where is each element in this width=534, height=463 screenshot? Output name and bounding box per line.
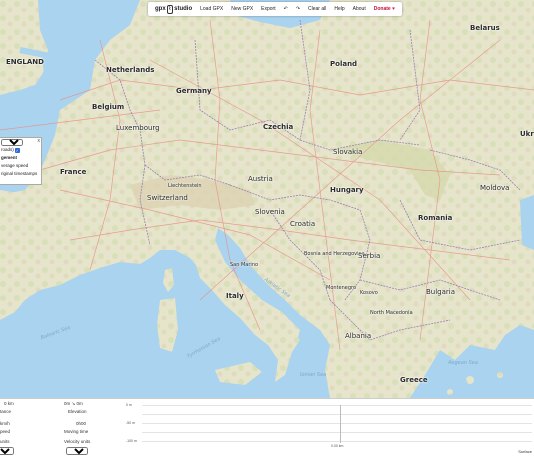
help-button[interactable]: Help xyxy=(330,2,348,16)
country-label-belgium: Belgium xyxy=(92,103,125,111)
map[interactable]: ENGLAND Netherlands Belgium Luxembourg G… xyxy=(0,0,534,398)
y-tick-50: -50 m xyxy=(126,421,135,425)
country-label-netherlands: Netherlands xyxy=(106,66,155,74)
sea-label-aegean: Aegean Sea xyxy=(448,360,478,366)
profile-cursor-line xyxy=(340,405,341,443)
app-logo: gpx ⌇ studio xyxy=(151,4,196,14)
map-canvas[interactable] xyxy=(0,0,534,398)
about-button[interactable]: About xyxy=(349,2,370,16)
donate-label: Donate xyxy=(373,6,391,12)
velocity-units-label: Velocity units xyxy=(64,439,91,444)
y-tick-100: -100 m xyxy=(126,439,137,443)
undo-icon[interactable]: ↶ xyxy=(280,2,292,16)
grid-line xyxy=(142,414,532,415)
clear-all-button[interactable]: Clear all xyxy=(304,2,330,16)
heart-icon: ♥ xyxy=(392,6,396,12)
country-label-liechtenstein: Liechtenstein xyxy=(168,183,202,189)
country-label-austria: Austria xyxy=(248,175,273,183)
close-icon[interactable]: x xyxy=(38,138,41,144)
routing-panel: x cycle roads) ✓ gement verage speed rig… xyxy=(0,137,42,185)
x-axis-label: 0.00 km xyxy=(331,444,344,448)
section-heading: gement xyxy=(1,155,18,160)
units-label: units xyxy=(0,439,10,444)
elevation-profile[interactable]: 0 m -50 m -100 m 0.00 km Surface xyxy=(122,399,534,463)
country-label-bulgaria: Bulgaria xyxy=(426,288,456,296)
country-label-poland: Poland xyxy=(330,60,358,68)
country-label-hungary: Hungary xyxy=(330,186,364,194)
distance-value: 0 km xyxy=(4,401,14,406)
roads-row: roads) ✓ xyxy=(0,146,41,154)
logo-text-gpx: gpx xyxy=(155,6,166,12)
activity-row: cycle xyxy=(0,138,41,146)
logo-mark-icon: ⌇ xyxy=(166,4,174,14)
roads-checkbox[interactable]: ✓ xyxy=(14,147,20,153)
option-original-timestamps[interactable]: riginal timestamps xyxy=(0,170,41,178)
country-label-england: ENGLAND xyxy=(6,58,44,66)
country-label-luxembourg: Luxembourg xyxy=(116,124,160,132)
country-label-italy: Italy xyxy=(226,292,244,300)
country-label-serbia: Serbia xyxy=(358,252,381,260)
country-label-kosovo: Kosovo xyxy=(360,290,378,296)
grid-line xyxy=(142,405,532,406)
export-button[interactable]: Export xyxy=(257,2,279,16)
speed-label: peed xyxy=(0,429,11,434)
country-label-france: France xyxy=(60,168,87,176)
logo-text-studio: studio xyxy=(174,6,193,12)
redo-icon[interactable]: ↷ xyxy=(292,2,304,16)
stats-panel: 0 km tance 0m ↘ 0m Elevation km/h peed 0… xyxy=(0,399,120,463)
country-label-moldova: Moldova xyxy=(480,184,510,192)
country-label-ukraine: Ukr xyxy=(520,130,534,138)
country-label-san-marino: San Marino xyxy=(230,262,259,268)
country-label-albania: Albania xyxy=(345,332,372,340)
bottom-panel: 0 km tance 0m ↘ 0m Elevation km/h peed 0… xyxy=(0,398,534,463)
country-label-north-macedonia: North Macedonia xyxy=(370,310,413,316)
country-label-greece: Greece xyxy=(400,376,428,384)
distance-label: tance xyxy=(0,409,12,414)
country-label-slovenia: Slovenia xyxy=(255,208,285,216)
country-label-czechia: Czechia xyxy=(263,123,294,131)
main-toolbar: gpx ⌇ studio Load GPX New GPX Export ↶ ↷… xyxy=(148,2,403,16)
units-select[interactable]: m xyxy=(0,447,14,455)
new-gpx-button[interactable]: New GPX xyxy=(227,2,257,16)
grid-line xyxy=(142,441,532,442)
donate-button[interactable]: Donate ♥ xyxy=(370,2,399,16)
country-label-belarus: Belarus xyxy=(470,24,500,32)
country-label-montenegro: Montenegro xyxy=(326,285,357,291)
sea-label-ionian: Ionian Sea xyxy=(300,372,327,378)
elevation-label: Elevation xyxy=(68,409,87,414)
roads-label: roads) xyxy=(1,147,14,152)
country-label-switzerland: Switzerland xyxy=(147,194,188,202)
country-label-romania: Romania xyxy=(418,214,453,222)
country-label-croatia: Croatia xyxy=(290,220,316,228)
country-label-germany: Germany xyxy=(176,87,212,95)
country-label-slovakia: Slovakia xyxy=(333,148,363,156)
velocity-units-select[interactable]: Speed xyxy=(66,447,88,455)
moving-time-label: Moving time xyxy=(64,429,89,434)
surface-selector[interactable]: Surface xyxy=(518,449,532,454)
activity-select[interactable]: cycle xyxy=(1,138,23,146)
grid-line xyxy=(142,432,532,433)
grid-line xyxy=(142,423,532,424)
y-tick-0: 0 m xyxy=(126,403,132,407)
country-label-bosnia: Bosnia and Herzegovina xyxy=(304,251,365,257)
load-gpx-button[interactable]: Load GPX xyxy=(196,2,227,16)
moving-time-value: 0h00 xyxy=(76,421,87,426)
elevation-value: 0m ↘ 0m xyxy=(64,401,83,406)
speed-value: km/h xyxy=(0,421,10,426)
option-average-speed[interactable]: verage speed xyxy=(0,162,41,170)
